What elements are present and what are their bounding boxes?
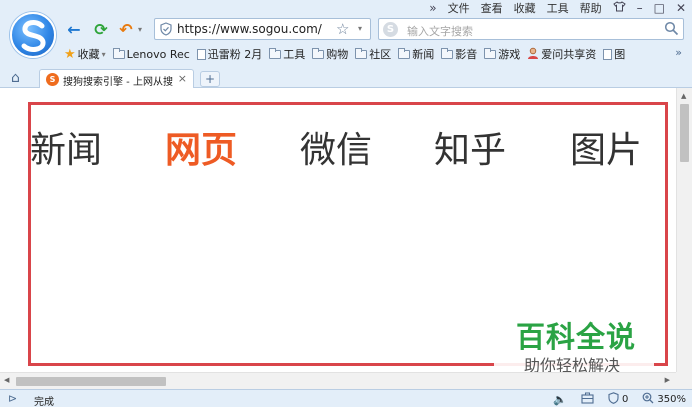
sogou-logo-icon[interactable] — [10, 12, 56, 58]
page-icon — [196, 48, 206, 60]
toolbox-icon[interactable] — [581, 392, 594, 407]
folder-icon — [398, 47, 411, 59]
folder-icon — [269, 47, 282, 59]
folder-icon — [312, 47, 325, 59]
bookmark-tools[interactable]: 工具 — [269, 46, 305, 62]
bookmark-lenovo[interactable]: Lenovo Rec — [112, 47, 190, 61]
bookmark-label: 迅雷粉 2月 — [207, 48, 263, 61]
sound-icon[interactable]: 🔈 — [553, 393, 567, 406]
shirt-icon[interactable] — [612, 0, 626, 17]
horizontal-scrollbar[interactable]: ◀ ▶ — [0, 372, 676, 389]
nav-news[interactable]: 新闻 — [30, 121, 102, 173]
bookmark-community[interactable]: 社区 — [355, 46, 391, 62]
status-text: 完成 — [34, 397, 54, 407]
browser-chrome: » 文件 查看 收藏 工具 帮助 – □ ✕ ← ⟳ ↶ ▾ https://w… — [0, 0, 692, 89]
menu-favorites[interactable]: 收藏 — [514, 0, 536, 17]
scroll-corner — [676, 372, 692, 389]
bookmark-games[interactable]: 游戏 — [484, 46, 520, 62]
close-window-button[interactable]: ✕ — [676, 0, 686, 17]
favorites-dropdown-icon[interactable]: ▾ — [102, 50, 106, 59]
undo-dropdown-icon[interactable]: ▾ — [135, 20, 145, 38]
folder-icon — [484, 47, 497, 59]
bookmark-shopping[interactable]: 购物 — [312, 46, 348, 62]
bookmark-media[interactable]: 影音 — [441, 46, 477, 62]
bookmark-label: 影音 — [455, 48, 478, 61]
sidebar-toggle-icon[interactable]: ⊳ — [8, 392, 17, 405]
favorites-label: 收藏 — [77, 48, 100, 61]
bookmark-label: Lenovo Rec — [126, 47, 190, 61]
security-shield-icon[interactable] — [159, 22, 173, 36]
tab-title: 搜狗搜索引擎 - 上网从搜 — [63, 77, 173, 88]
menu-file[interactable]: 文件 — [448, 0, 470, 17]
zoom-icon — [642, 392, 654, 407]
favorites-star-icon: ★ — [64, 46, 76, 62]
tab-sogou[interactable]: S 搜狗搜索引擎 - 上网从搜 × — [39, 69, 194, 89]
address-bar[interactable]: https://www.sogou.com/ ☆ ▾ — [154, 18, 371, 40]
url-text[interactable]: https://www.sogou.com/ — [177, 22, 322, 36]
search-input-placeholder[interactable]: 输入文字搜索 — [407, 23, 473, 39]
nav-zhihu[interactable]: 知乎 — [434, 121, 506, 173]
bookmark-xunlei[interactable]: 迅雷粉 2月 — [196, 46, 263, 62]
bookmarks-more-icon[interactable]: » — [675, 46, 682, 59]
maximize-button[interactable]: □ — [654, 0, 665, 17]
folder-icon — [441, 47, 454, 59]
bookmark-label: 图 — [614, 48, 626, 61]
home-icon[interactable]: ⌂ — [11, 70, 20, 86]
bookmark-favorites[interactable]: ★ 收藏 ▾ — [64, 46, 106, 62]
menu-help[interactable]: 帮助 — [580, 0, 602, 17]
bookmark-news[interactable]: 新闻 — [398, 46, 434, 62]
address-dropdown-icon[interactable]: ▾ — [358, 24, 362, 33]
undo-close-button[interactable]: ↶ — [118, 20, 134, 39]
status-tools: 🔈 0 350% — [553, 391, 686, 407]
sogou-favicon-icon: S — [46, 73, 59, 86]
new-tab-button[interactable]: + — [200, 71, 220, 87]
close-tab-icon[interactable]: × — [178, 72, 187, 85]
bookmark-label: 工具 — [283, 48, 306, 61]
scroll-right-icon[interactable]: ▶ — [665, 376, 670, 384]
watermark: 百科全说 助你轻松解决 — [494, 300, 654, 382]
folder-icon — [112, 47, 125, 59]
folder-icon — [355, 47, 368, 59]
tab-strip: ⌂ S 搜狗搜索引擎 - 上网从搜 × + — [0, 67, 692, 89]
horizontal-scroll-thumb[interactable] — [16, 377, 166, 386]
status-bar: ⊳ 完成 🔈 0 350% — [0, 389, 692, 407]
back-button[interactable]: ← — [64, 20, 84, 39]
bookmark-label: 新闻 — [412, 48, 435, 61]
shield-icon — [608, 391, 619, 407]
nav-weixin[interactable]: 微信 — [300, 121, 372, 173]
bookmark-label: 爱问共享资 — [541, 48, 597, 61]
menu-bar: » 文件 查看 收藏 工具 帮助 – □ ✕ — [429, 0, 686, 17]
menu-expand-icon[interactable]: » — [429, 0, 436, 17]
refresh-button[interactable]: ⟳ — [91, 20, 111, 39]
bookmark-label: 社区 — [369, 48, 392, 61]
minimize-button[interactable]: – — [637, 0, 643, 17]
menu-view[interactable]: 查看 — [481, 0, 503, 17]
shield-count: 0 — [622, 393, 629, 405]
scroll-left-icon[interactable]: ◀ — [4, 376, 9, 384]
bookmark-label: 游戏 — [498, 48, 521, 61]
bookmark-images[interactable]: 图 — [603, 46, 625, 62]
search-bar[interactable]: S 输入文字搜索 — [378, 18, 684, 40]
search-engine-icon[interactable]: S — [383, 22, 398, 37]
page-icon — [603, 48, 613, 60]
menu-tools[interactable]: 工具 — [547, 0, 569, 17]
bookmarks-bar: ★ 收藏 ▾ Lenovo Rec 迅雷粉 2月 工具 购物 社区 新闻 影音 … — [64, 44, 625, 64]
avatar-icon — [527, 47, 539, 62]
search-icon[interactable] — [664, 21, 679, 39]
bookmark-star-icon[interactable]: ☆ — [336, 20, 349, 38]
nav-images[interactable]: 图片 — [570, 121, 642, 173]
bookmark-label: 购物 — [326, 48, 349, 61]
adblock-status[interactable]: 0 — [608, 391, 629, 407]
nav-web[interactable]: 网页 — [165, 121, 237, 173]
vertical-scroll-thumb[interactable] — [680, 104, 689, 162]
watermark-title: 百科全说 — [516, 320, 637, 354]
bookmark-iask[interactable]: 爱问共享资 — [527, 46, 596, 62]
vertical-scrollbar[interactable]: ▲ — [676, 88, 692, 372]
scroll-up-icon[interactable]: ▲ — [681, 92, 686, 100]
zoom-control[interactable]: 350% — [642, 392, 686, 407]
zoom-level: 350% — [657, 393, 686, 405]
